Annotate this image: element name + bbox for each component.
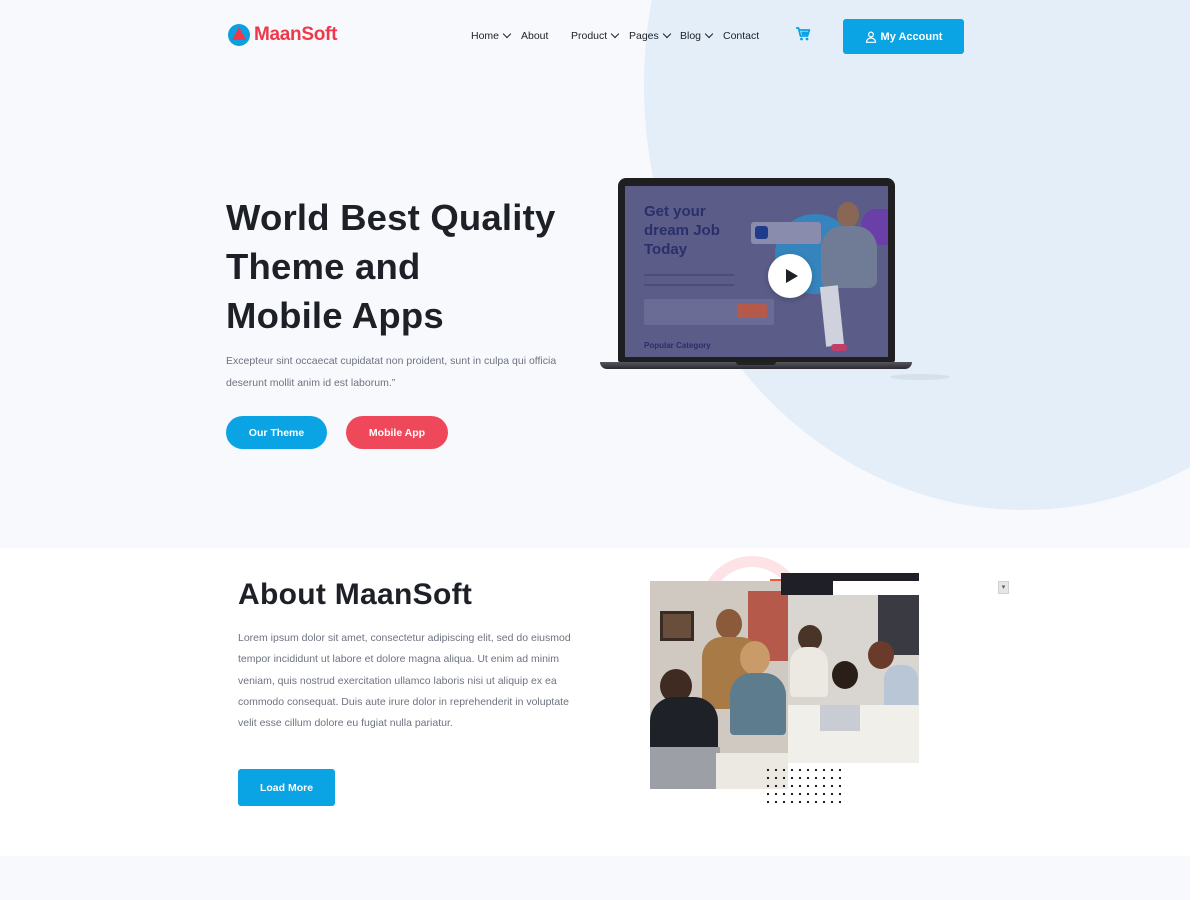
hero-title: World Best Quality Theme and Mobile Apps	[226, 193, 626, 340]
hero-description: Excepteur sint occaecat cupidatat non pr…	[226, 355, 557, 389]
nav-item-about[interactable]: About	[521, 30, 548, 42]
nav-item-blog[interactable]: Blog	[680, 29, 714, 42]
about-title: About MaanSoft	[238, 578, 473, 611]
laptop-notch	[736, 362, 776, 365]
photo-person	[790, 647, 828, 697]
nav-item-label: Contact	[723, 30, 760, 42]
hero-title-line: Theme and	[226, 246, 421, 287]
photo-laptop	[820, 705, 860, 731]
laptop-screen: Get your dream Job Today Popular Categor…	[625, 186, 888, 357]
screen-subtext	[644, 274, 734, 286]
chevron-down-icon	[662, 29, 672, 39]
nav-item-label: Pages	[629, 30, 659, 42]
cart-icon[interactable]	[795, 26, 811, 42]
our-theme-button[interactable]: Our Theme	[226, 416, 327, 449]
decor-bar	[781, 573, 833, 595]
user-icon	[865, 30, 876, 43]
chevron-down-icon	[610, 29, 620, 39]
nav-item-label: Blog	[680, 30, 702, 42]
screen-headline-line: dream Job	[644, 222, 720, 239]
mobile-app-button[interactable]: Mobile App	[346, 416, 448, 449]
my-account-button[interactable]: My Account	[843, 19, 964, 54]
about-description: Lorem ipsum dolor sit amet, consectetur …	[238, 632, 571, 730]
screen-category-heading: Popular Category	[644, 341, 711, 350]
laptop-shadow	[890, 374, 950, 380]
load-more-button[interactable]: Load More	[238, 769, 335, 806]
hero-title-line: Mobile Apps	[226, 295, 444, 336]
play-video-button[interactable]	[768, 254, 812, 298]
hero-title-line: World Best Quality	[226, 197, 556, 238]
page-scrollbar[interactable]	[1190, 0, 1200, 900]
logo[interactable]: MaanSoft	[228, 24, 337, 46]
laptop-video-preview: Get your dream Job Today Popular Categor…	[600, 178, 950, 388]
decor-dot-grid	[764, 766, 844, 804]
logo-icon	[228, 24, 250, 46]
my-account-label: My Account	[880, 30, 943, 43]
nav-item-pages[interactable]: Pages	[629, 29, 672, 42]
screen-person	[837, 202, 859, 228]
photo-laptop	[650, 747, 720, 789]
nav-item-label: Product	[571, 30, 608, 42]
laptop-lid: Get your dream Job Today Popular Categor…	[618, 178, 895, 362]
nav-item-label: Home	[471, 30, 500, 42]
chevron-down-icon	[502, 29, 512, 39]
screen-headline-line: Get your	[644, 203, 706, 220]
hero-section: MaanSoft Home About Product Pages Blog C…	[0, 0, 1190, 548]
logo-text: MaanSoft	[254, 24, 338, 45]
screen-person	[831, 344, 847, 351]
photo-person	[868, 641, 894, 669]
about-section: About MaanSoft Lorem ipsum dolor sit ame…	[0, 548, 1190, 856]
photo-frame	[660, 611, 694, 641]
team-photo-1	[650, 581, 788, 789]
chevron-down-icon[interactable]: ▾	[998, 581, 1009, 594]
photo-person	[716, 609, 742, 639]
nav-item-home[interactable]: Home	[471, 29, 512, 42]
photo-person	[740, 641, 770, 675]
photo-person	[832, 661, 858, 689]
team-photo-2	[788, 595, 919, 763]
screen-person	[821, 226, 877, 288]
screen-search-button	[737, 304, 767, 318]
nav-item-product[interactable]: Product	[571, 29, 620, 42]
nav-item-label: About	[521, 30, 549, 42]
next-section	[0, 856, 1190, 900]
screen-person	[819, 285, 845, 347]
screen-badge-icon	[755, 226, 768, 239]
chevron-down-icon	[704, 29, 714, 39]
screen-headline-line: Today	[644, 241, 688, 258]
screen-headline: Get your dream Job Today	[644, 202, 720, 259]
nav-item-contact[interactable]: Contact	[723, 30, 759, 42]
photo-person	[730, 673, 786, 735]
